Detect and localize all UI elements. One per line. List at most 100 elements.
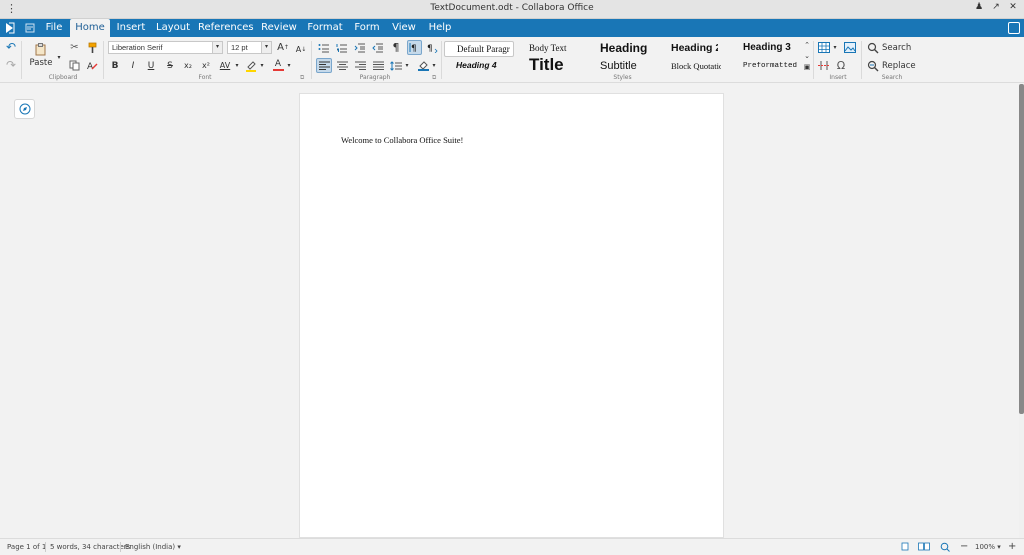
toolbar-separator xyxy=(103,41,104,79)
chevron-down-icon[interactable]: ▾ xyxy=(233,61,241,70)
style-heading[interactable]: Heading xyxy=(600,41,660,55)
character-spacing-button[interactable]: AV xyxy=(217,59,233,72)
redo-icon[interactable]: ↷ xyxy=(4,58,18,72)
chevron-down-icon[interactable]: ▾ xyxy=(212,42,222,53)
highlight-color-icon[interactable] xyxy=(244,59,258,72)
language-select[interactable]: English (India) ▾ xyxy=(125,543,181,551)
formatting-marks-button[interactable]: ¶ xyxy=(390,40,402,54)
shrink-font-button[interactable]: A ↓ xyxy=(294,42,308,56)
zoom-in-button[interactable]: + xyxy=(1008,541,1016,552)
single-page-view-icon[interactable] xyxy=(900,542,910,553)
paragraph-background-icon[interactable] xyxy=(416,59,430,72)
zoom-reset-icon[interactable] xyxy=(940,542,950,554)
style-subtitle[interactable]: Subtitle xyxy=(600,60,655,72)
vertical-scrollbar[interactable] xyxy=(1019,84,1024,538)
chevron-down-icon[interactable]: ▾ xyxy=(430,61,438,70)
numbered-list-icon[interactable] xyxy=(335,41,349,54)
zoom-out-button[interactable]: − xyxy=(960,541,968,552)
chevron-down-icon[interactable]: ▾ xyxy=(403,61,411,70)
navigator-button[interactable] xyxy=(14,99,35,119)
document-icon[interactable] xyxy=(24,22,36,34)
bullet-list-icon[interactable] xyxy=(317,41,331,54)
tab-layout[interactable]: Layout xyxy=(154,19,192,37)
styles-scroll-up-icon[interactable]: ⌃ xyxy=(802,40,812,50)
paste-dropdown-icon[interactable]: ▾ xyxy=(55,53,63,61)
replace-icon[interactable] xyxy=(866,59,880,72)
style-body-text[interactable]: Body Text xyxy=(529,43,589,53)
bold-button[interactable]: B xyxy=(109,59,121,72)
clear-formatting-icon[interactable]: A xyxy=(86,59,99,72)
style-title[interactable]: Title xyxy=(529,55,584,73)
chevron-down-icon[interactable]: ▾ xyxy=(261,42,271,53)
scrollbar-thumb[interactable] xyxy=(1019,84,1024,414)
style-heading-3[interactable]: Heading 3 xyxy=(743,42,798,53)
decrease-indent-icon[interactable] xyxy=(371,41,385,54)
underline-button[interactable]: U xyxy=(145,59,157,72)
font-size-select[interactable]: 12 pt ▾ xyxy=(227,41,272,54)
styles-group-label: Styles xyxy=(613,74,632,81)
grow-font-button[interactable]: A ↑ xyxy=(276,40,290,54)
replace-button[interactable]: Replace xyxy=(882,59,920,72)
align-center-icon[interactable] xyxy=(335,59,349,72)
tab-home[interactable]: Home xyxy=(70,19,110,37)
document-page[interactable]: Welcome to Collabora Office Suite! xyxy=(299,93,724,538)
chevron-down-icon[interactable]: ▾ xyxy=(258,61,266,70)
style-default-paragraph[interactable]: Default Paragr xyxy=(444,41,514,57)
insert-table-icon[interactable] xyxy=(817,41,831,54)
cut-icon[interactable]: ✂ xyxy=(68,41,81,54)
chevron-down-icon[interactable]: ▾ xyxy=(285,61,293,70)
style-preformatted[interactable]: Preformatted xyxy=(743,62,797,70)
close-button[interactable]: ✕ xyxy=(1007,2,1019,12)
tab-references[interactable]: References xyxy=(198,19,254,37)
status-separator xyxy=(45,542,46,552)
chevron-down-icon[interactable]: ▾ xyxy=(831,43,839,52)
arrow-down-icon: ↓ xyxy=(301,45,307,53)
menu-bar: File Home Insert Layout References Revie… xyxy=(0,19,1024,37)
style-heading-4[interactable]: Heading 4 xyxy=(456,60,511,70)
strikethrough-button[interactable]: S xyxy=(164,59,176,72)
sidebar-toggle-icon[interactable] xyxy=(1008,22,1020,34)
copy-icon[interactable] xyxy=(68,59,81,72)
paste-button[interactable]: Paste xyxy=(28,57,54,69)
font-name-select[interactable]: Liberation Serif ▾ xyxy=(108,41,223,54)
font-color-button[interactable]: A xyxy=(271,58,285,72)
collabora-logo-icon[interactable] xyxy=(4,22,16,34)
styles-scroll-down-icon[interactable]: ⌄ xyxy=(802,51,812,61)
rtl-paragraph-icon[interactable]: ¶ xyxy=(426,40,440,54)
search-button[interactable]: Search xyxy=(882,41,914,54)
tab-help[interactable]: Help xyxy=(425,19,455,37)
style-heading-2[interactable]: Heading 2 xyxy=(671,42,718,54)
multi-page-view-icon[interactable] xyxy=(918,542,930,553)
tab-form[interactable]: Form xyxy=(351,19,383,37)
document-text[interactable]: Welcome to Collabora Office Suite! xyxy=(341,135,463,145)
align-left-icon[interactable] xyxy=(316,58,332,73)
tab-review[interactable]: Review xyxy=(259,19,299,37)
ltr-paragraph-icon[interactable]: ¶ xyxy=(407,40,422,55)
styles-expand-icon[interactable]: ▣ xyxy=(802,62,812,72)
tab-insert[interactable]: Insert xyxy=(113,19,149,37)
zoom-select[interactable]: 100% ▾ xyxy=(975,543,1001,551)
tab-file[interactable]: File xyxy=(39,19,69,37)
page-break-icon[interactable] xyxy=(817,59,831,72)
justify-icon[interactable] xyxy=(371,59,385,72)
status-separator xyxy=(120,542,121,552)
search-icon[interactable] xyxy=(866,41,880,54)
insert-image-icon[interactable] xyxy=(843,41,857,54)
maximize-button[interactable]: ↗ xyxy=(990,2,1002,12)
style-block-quotation[interactable]: Block Quotatio xyxy=(671,61,721,71)
tab-format[interactable]: Format xyxy=(305,19,345,37)
tab-view[interactable]: View xyxy=(389,19,419,37)
special-character-icon[interactable]: Ω xyxy=(834,58,848,72)
subscript-button[interactable]: x₂ xyxy=(182,59,194,72)
clone-formatting-icon[interactable] xyxy=(86,41,99,54)
italic-button[interactable]: I xyxy=(127,59,139,72)
line-spacing-icon[interactable] xyxy=(389,59,403,72)
undo-icon[interactable]: ↶ xyxy=(4,40,18,54)
increase-indent-icon[interactable] xyxy=(353,41,367,54)
align-right-icon[interactable] xyxy=(353,59,367,72)
minimize-button[interactable]: ♟ xyxy=(973,2,985,12)
paragraph-dialog-launcher-icon[interactable]: ⧉ xyxy=(432,74,436,82)
paste-icon[interactable] xyxy=(34,42,48,56)
superscript-button[interactable]: x² xyxy=(200,59,212,72)
font-dialog-launcher-icon[interactable]: ⧉ xyxy=(300,74,304,82)
